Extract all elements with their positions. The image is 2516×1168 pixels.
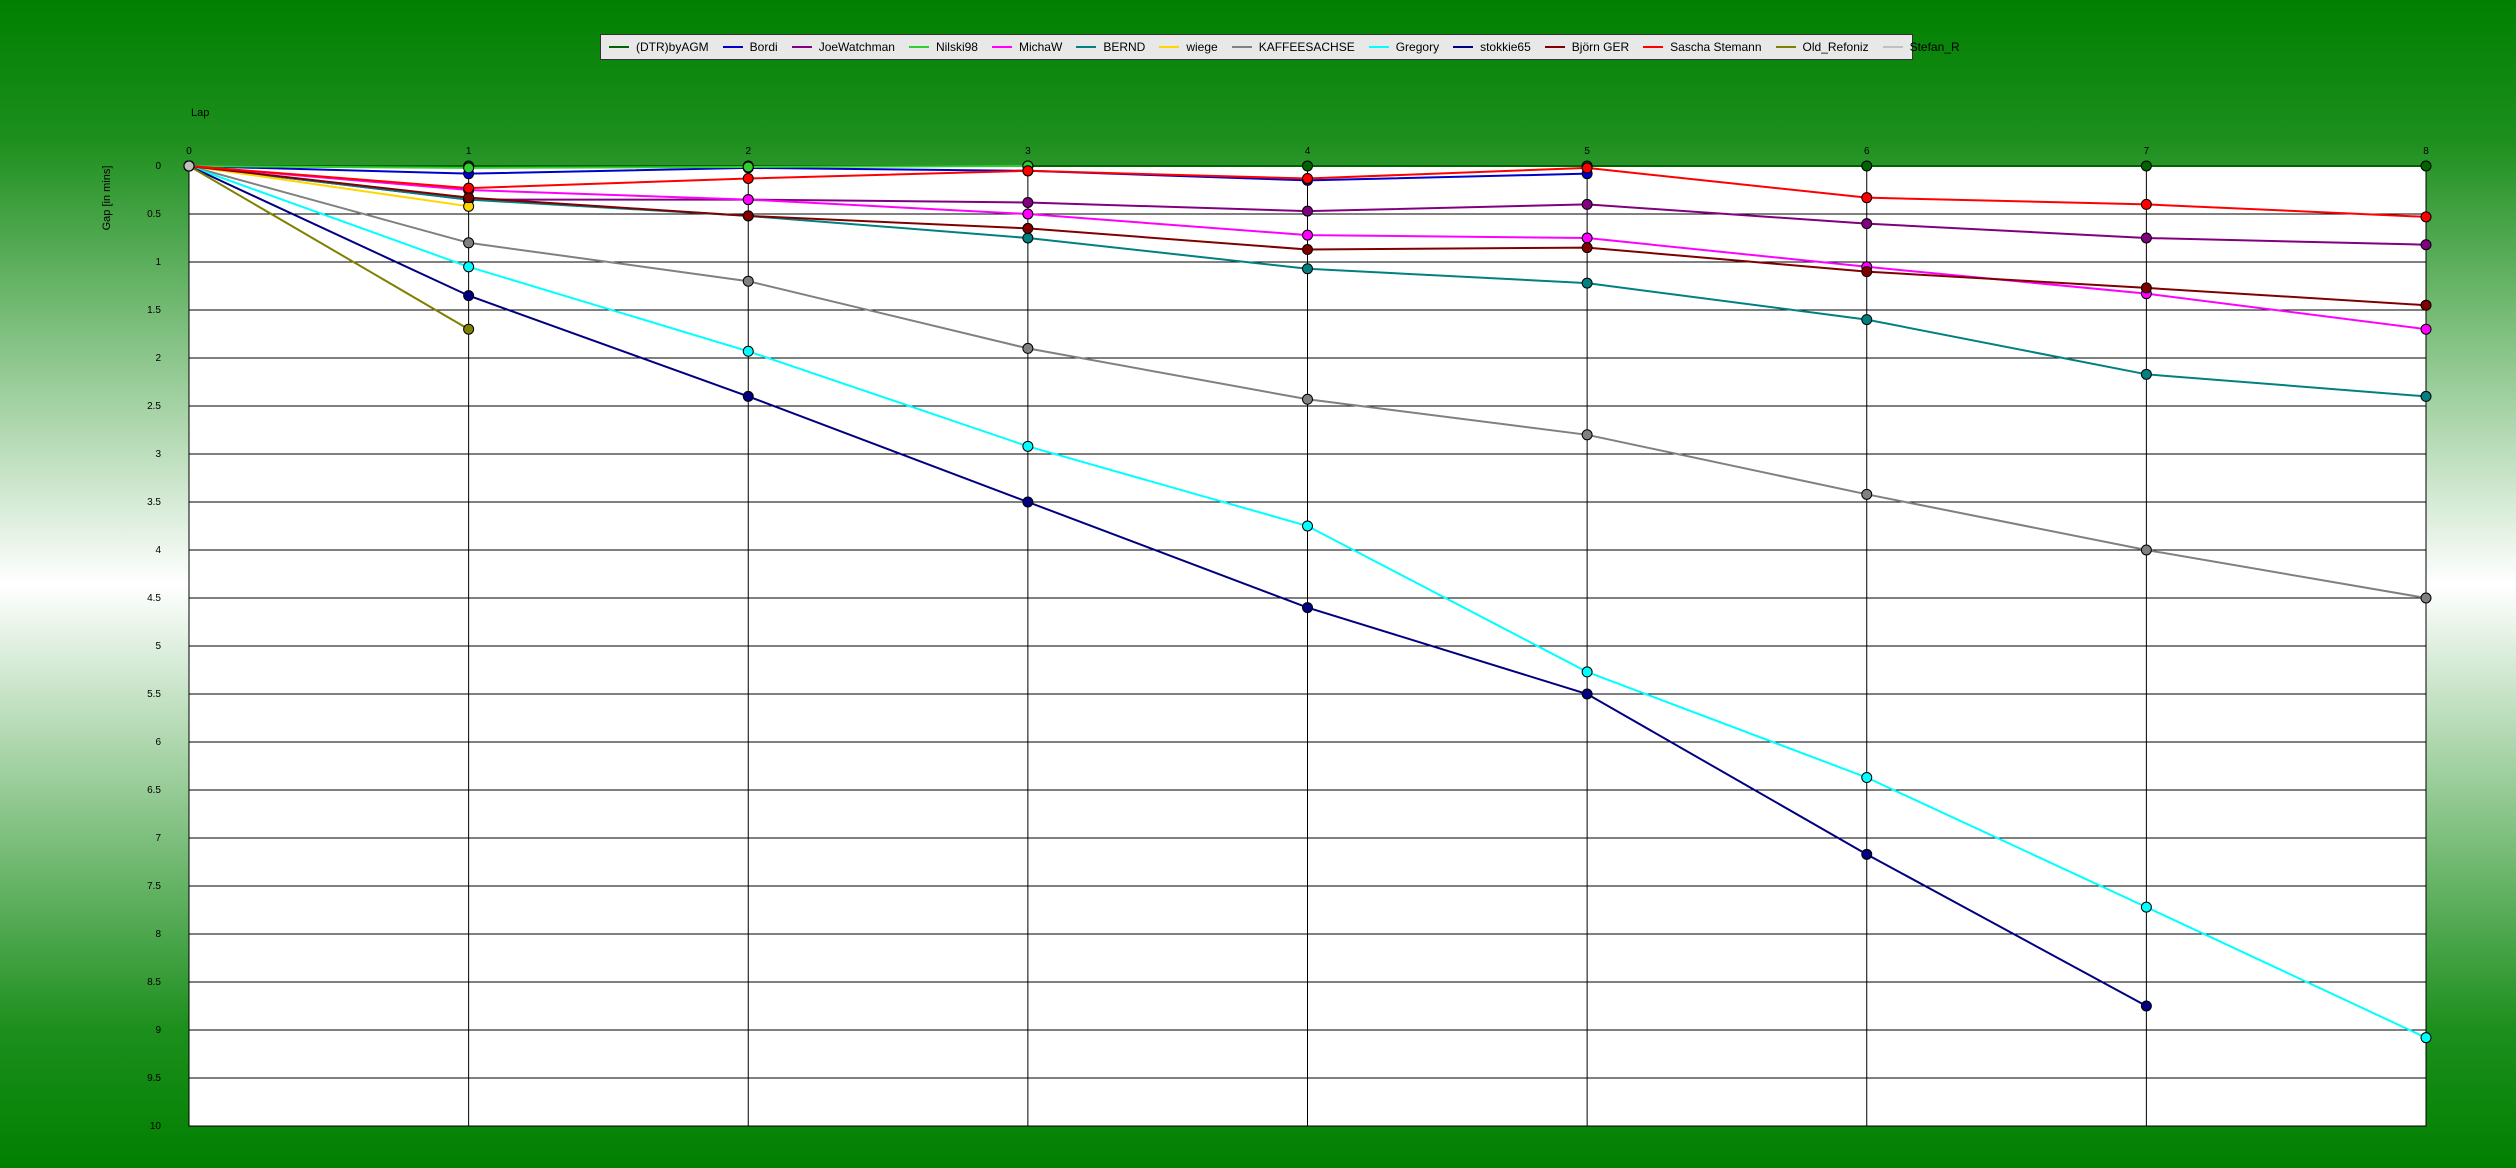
y-tick-label: 3.5 <box>147 497 161 508</box>
data-point-sascha-stemann <box>1022 165 1034 177</box>
data-point-gregory <box>1581 666 1593 678</box>
y-tick-label: 5.5 <box>147 689 161 700</box>
data-point-stokkie65 <box>1302 602 1313 614</box>
data-point-michaw <box>742 194 754 206</box>
y-tick-label: 10 <box>150 1121 162 1132</box>
data-point-michaw <box>1022 208 1034 220</box>
data-point-sascha-stemann <box>742 172 754 184</box>
y-tick-label: 9 <box>155 1025 161 1036</box>
y-tick-label: 2.5 <box>147 401 161 412</box>
data-point-stokkie65 <box>1581 688 1593 700</box>
data-point-kaffeesachse <box>463 237 475 249</box>
data-point-sascha-stemann <box>1302 172 1313 184</box>
data-point-stefan-r <box>183 160 195 172</box>
data-point-sascha-stemann <box>1581 162 1593 174</box>
data-point-stokkie65 <box>1022 496 1034 508</box>
y-tick-label: 8.5 <box>147 977 161 988</box>
data-point-bj-rn-ger <box>1302 244 1313 256</box>
data-point-kaffeesachse <box>2420 592 2432 604</box>
data-point-dtr-byagm <box>1302 160 1313 172</box>
data-point-bernd <box>1022 232 1034 244</box>
data-point-joewatchman <box>1581 198 1593 210</box>
data-point-bj-rn-ger <box>463 192 475 204</box>
data-point-joewatchman <box>1861 218 1873 230</box>
data-point-stokkie65 <box>742 390 754 402</box>
data-point-sascha-stemann <box>1861 192 1873 204</box>
y-tick-label: 5 <box>155 641 161 652</box>
data-point-sascha-stemann <box>2140 198 2152 210</box>
data-point-kaffeesachse <box>1581 429 1593 441</box>
x-tick-label: 2 <box>745 146 751 157</box>
y-tick-label: 3 <box>155 449 161 460</box>
data-point-nilski98 <box>742 161 754 173</box>
data-point-stokkie65 <box>1861 848 1873 860</box>
y-tick-label: 0.5 <box>147 209 161 220</box>
data-point-dtr-byagm <box>2140 160 2152 172</box>
data-point-joewatchman <box>2140 232 2152 244</box>
grid-lines <box>188 165 2427 1127</box>
x-tick-label: 0 <box>186 146 192 157</box>
data-point-joewatchman <box>1022 196 1034 208</box>
data-point-old-refoniz <box>463 323 475 335</box>
x-tick-label: 1 <box>466 146 472 157</box>
data-point-nilski98 <box>463 162 475 174</box>
data-point-dtr-byagm <box>2420 160 2432 172</box>
data-point-sascha-stemann <box>463 182 475 194</box>
data-point-bj-rn-ger <box>2140 282 2152 294</box>
y-tick-label: 1.5 <box>147 305 161 316</box>
data-point-bernd <box>2420 390 2432 402</box>
data-point-bernd <box>2140 368 2152 380</box>
data-point-bj-rn-ger <box>2420 299 2432 311</box>
data-point-bj-rn-ger <box>1022 222 1034 234</box>
data-point-gregory <box>742 345 754 357</box>
x-tick-label: 7 <box>2144 146 2150 157</box>
data-point-kaffeesachse <box>1861 488 1873 500</box>
x-axis-label: Lap <box>191 107 209 119</box>
data-point-gregory <box>2140 901 2152 913</box>
data-point-bernd <box>1861 314 1873 326</box>
data-point-kaffeesachse <box>1302 393 1313 405</box>
data-point-joewatchman <box>2420 239 2432 251</box>
data-point-michaw <box>1581 232 1593 244</box>
data-point-bernd <box>1581 277 1593 289</box>
y-tick-label: 4 <box>155 545 161 556</box>
data-point-stokkie65 <box>463 290 475 302</box>
data-point-gregory <box>2420 1032 2432 1044</box>
y-tick-label: 2 <box>155 353 161 364</box>
y-axis-label: Gap [in mins] <box>101 166 113 231</box>
data-point-dtr-byagm <box>1861 160 1873 172</box>
x-tick-label: 3 <box>1025 146 1031 157</box>
y-tick-label: 6 <box>155 737 161 748</box>
data-point-bj-rn-ger <box>1581 242 1593 254</box>
data-point-sascha-stemann <box>2420 211 2432 223</box>
data-point-bj-rn-ger <box>1861 266 1873 278</box>
data-point-gregory <box>1861 772 1873 784</box>
data-point-michaw <box>1302 229 1313 241</box>
y-tick-label: 1 <box>155 257 161 268</box>
x-tick-label: 8 <box>2423 146 2429 157</box>
data-point-michaw <box>2420 323 2432 335</box>
x-tick-label: 5 <box>1584 146 1590 157</box>
data-point-kaffeesachse <box>742 275 754 287</box>
y-tick-label: 8 <box>155 929 161 940</box>
data-point-gregory <box>1302 520 1313 532</box>
data-point-kaffeesachse <box>2140 544 2152 556</box>
y-tick-label: 6.5 <box>147 785 161 796</box>
data-point-joewatchman <box>1302 205 1313 217</box>
y-tick-label: 7 <box>155 833 161 844</box>
y-tick-label: 0 <box>155 161 161 172</box>
data-point-bj-rn-ger <box>742 210 754 222</box>
data-point-gregory <box>1022 440 1034 452</box>
chart-area: 0 1 2 3 4 5 6 7 8 0 0.5 1 1.5 2 2.5 3 3.5 4 4.5 5 5.5 6 6.5 7 7.… <box>101 107 2432 1132</box>
x-tick-label: 6 <box>1864 146 1870 157</box>
y-tick-label: 4.5 <box>147 593 161 604</box>
y-tick-label: 7.5 <box>147 881 161 892</box>
x-tick-label: 4 <box>1305 146 1311 157</box>
data-point-kaffeesachse <box>1022 342 1034 354</box>
data-point-bernd <box>1302 263 1313 275</box>
data-point-stokkie65 <box>2140 1000 2152 1012</box>
data-point-gregory <box>463 261 475 273</box>
y-tick-label: 9.5 <box>147 1073 161 1084</box>
